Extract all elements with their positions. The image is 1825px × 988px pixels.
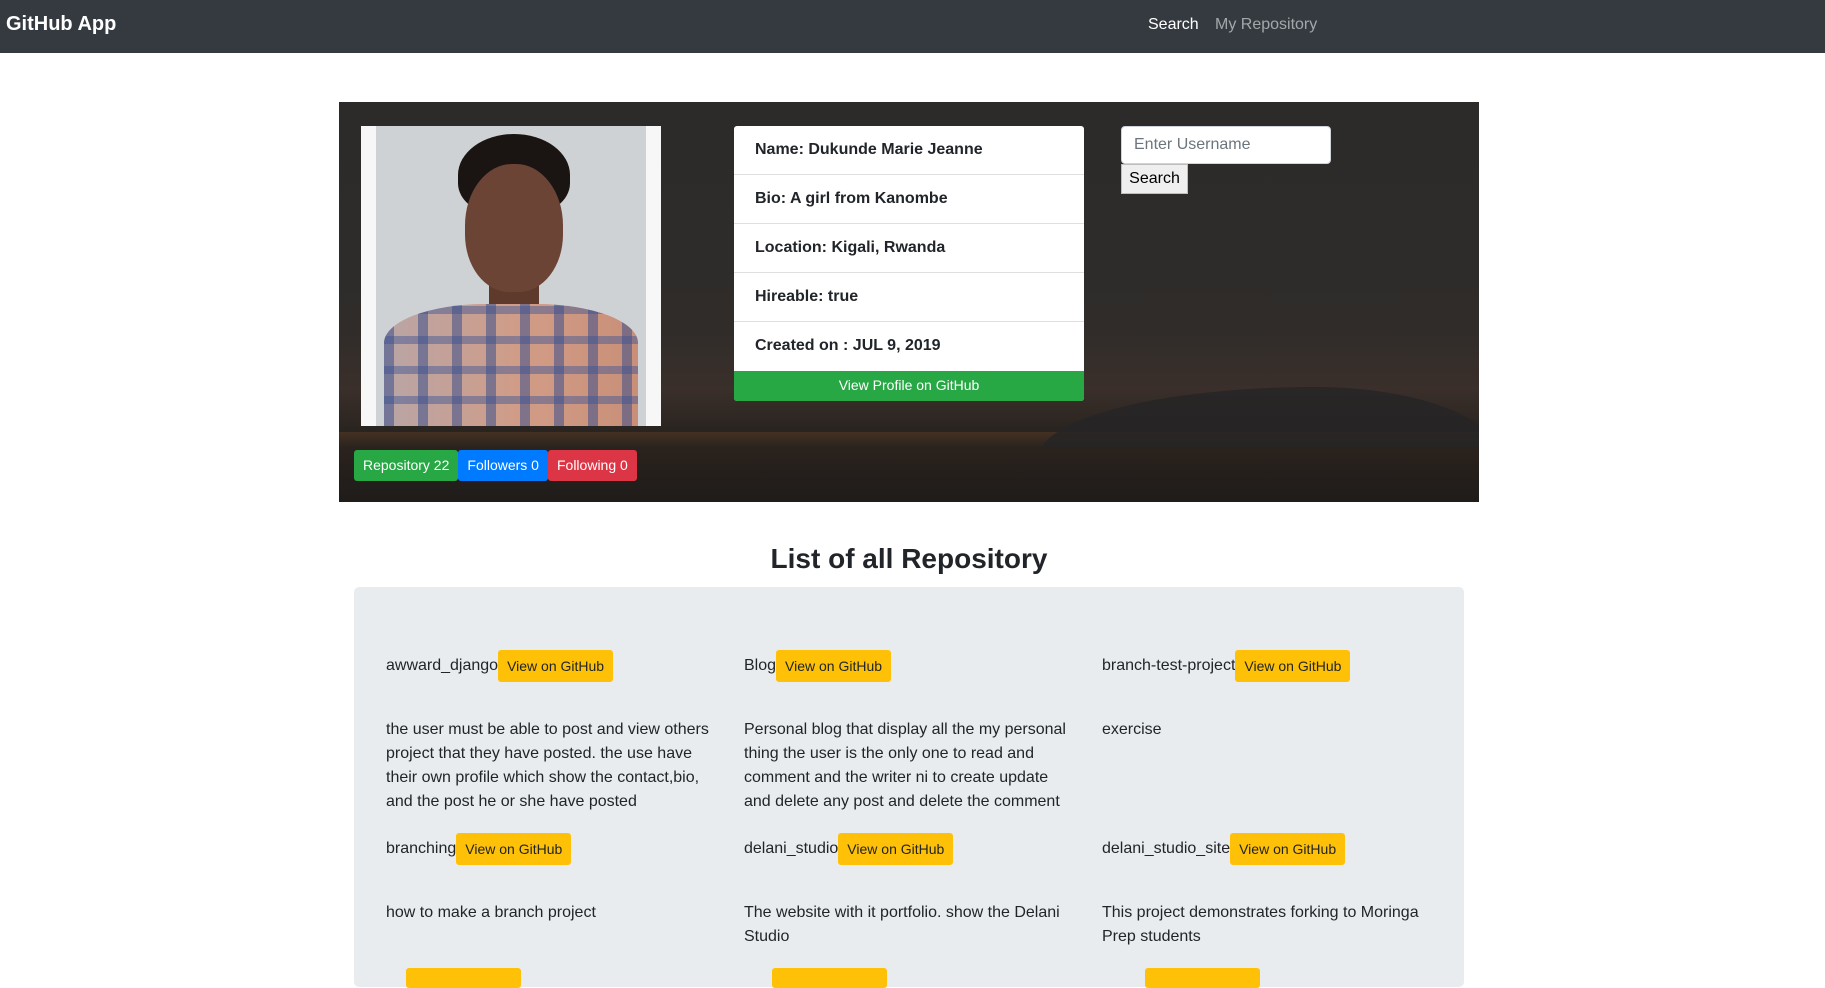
- brand-link[interactable]: GitHub App: [6, 13, 116, 36]
- nav-link-search[interactable]: Search: [1148, 16, 1199, 34]
- repository-item: awward_django View on GitHub the user mu…: [386, 650, 716, 814]
- repository-list-title: List of all Repository: [770, 543, 1048, 574]
- repository-description: how to make a branch project: [386, 904, 596, 921]
- repository-name: branching: [386, 840, 457, 857]
- repository-item: Blog View on GitHub Personal blog that d…: [744, 650, 1074, 814]
- repository-item: delani_studio_site View on GitHub This p…: [1102, 833, 1432, 949]
- profile-hireable: Hireable: true: [734, 273, 1084, 322]
- repository-description: The website with it portfolio. show the …: [744, 904, 1060, 945]
- view-on-github-button-partial[interactable]: [1145, 968, 1260, 988]
- avatar-photo: [376, 126, 646, 426]
- repository-name: branch-test-project: [1102, 657, 1236, 674]
- profile-created-on: Created on : JUL 9, 2019: [755, 337, 941, 354]
- following-count-badge[interactable]: Following 0: [547, 450, 637, 481]
- username-search-input[interactable]: [1121, 126, 1331, 164]
- view-profile-button[interactable]: View Profile on GitHub: [734, 371, 1084, 401]
- view-on-github-button[interactable]: View on GitHub: [776, 650, 892, 682]
- repository-description: exercise: [1102, 721, 1162, 738]
- repository-item: delani_studio View on GitHub The website…: [744, 833, 1074, 949]
- view-on-github-button-partial[interactable]: [772, 968, 887, 988]
- view-on-github-button[interactable]: View on GitHub: [456, 833, 572, 865]
- view-on-github-button[interactable]: View on GitHub: [498, 650, 614, 682]
- view-on-github-button-partial[interactable]: [406, 968, 521, 988]
- profile-info-card: Name: Dukunde Marie Jeanne Bio: A girl f…: [734, 126, 1084, 401]
- profile-location: Location: Kigali, Rwanda: [734, 224, 1084, 273]
- repository-count-badge[interactable]: Repository 22: [354, 450, 459, 481]
- view-on-github-button[interactable]: View on GitHub: [1235, 650, 1351, 682]
- repository-name: delani_studio: [744, 840, 839, 857]
- profile-name: Name: Dukunde Marie Jeanne: [734, 126, 1084, 175]
- repository-item: branching View on GitHub how to make a b…: [386, 833, 716, 925]
- profile-stats: Repository 22 Followers 0 Following 0: [354, 450, 637, 481]
- view-on-github-button[interactable]: View on GitHub: [1230, 833, 1346, 865]
- avatar: [361, 126, 661, 426]
- repository-description: Personal blog that display all the my pe…: [744, 721, 1066, 810]
- repository-description: This project demonstrates forking to Mor…: [1102, 904, 1419, 945]
- repository-name: awward_django: [386, 657, 499, 674]
- navbar: GitHub App Search My Repository: [0, 0, 1825, 53]
- view-on-github-button[interactable]: View on GitHub: [838, 833, 954, 865]
- repository-name: Blog: [744, 657, 777, 674]
- repository-item: branch-test-project View on GitHub exerc…: [1102, 650, 1432, 742]
- profile-bio: Bio: A girl from Kanombe: [734, 175, 1084, 224]
- repository-description: the user must be able to post and view o…: [386, 721, 709, 810]
- avatar-shirt: [384, 304, 638, 426]
- profile-hero: Name: Dukunde Marie Jeanne Bio: A girl f…: [339, 102, 1479, 502]
- repository-name: delani_studio_site: [1102, 840, 1231, 857]
- followers-count-badge[interactable]: Followers 0: [458, 450, 548, 481]
- avatar-face: [465, 164, 563, 292]
- repository-list: awward_django View on GitHub the user mu…: [354, 587, 1464, 988]
- search-button[interactable]: Search: [1121, 164, 1188, 194]
- nav-link-my-repository[interactable]: My Repository: [1215, 16, 1317, 34]
